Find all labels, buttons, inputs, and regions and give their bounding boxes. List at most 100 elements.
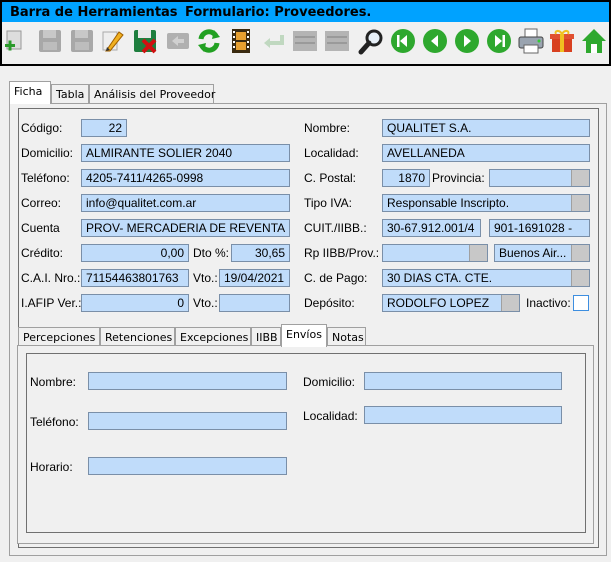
tipoiva-select[interactable]: Responsable Inscripto.	[382, 194, 590, 212]
rp-prov-select[interactable]: Buenos Air...	[494, 244, 590, 262]
toolbar-title-bar: Barra de Herramientas Formulario: Provee…	[2, 2, 609, 22]
print-icon	[518, 28, 543, 54]
inactivo-checkbox[interactable]	[573, 295, 589, 311]
save-as-button[interactable]	[67, 26, 96, 56]
domicilio-field[interactable]: ALMIRANTE SOLIER 2040	[81, 144, 290, 162]
rp-prov-value: Buenos Air...	[499, 246, 567, 260]
envios-horario-field[interactable]	[88, 457, 287, 475]
chevron-down-icon[interactable]	[571, 170, 589, 186]
save-disabled-icon	[38, 30, 61, 52]
edit-button[interactable]	[97, 26, 126, 56]
deposito-select[interactable]: RODOLFO LOPEZ	[382, 294, 520, 312]
disabled-button-1[interactable]	[290, 26, 319, 56]
last-record-icon	[486, 29, 511, 53]
cancel-save-icon	[133, 30, 156, 54]
codigo-label: Código:	[21, 121, 63, 135]
tipoiva-value: Responsable Inscripto.	[387, 196, 510, 210]
vto2-label: Vto.:	[193, 296, 218, 310]
afip-label: I.AFIP Ver.:	[21, 296, 82, 310]
search-button[interactable]	[357, 26, 386, 56]
dto-field[interactable]: 30,65	[231, 244, 290, 262]
nombre-label: Nombre:	[304, 121, 351, 135]
film-button[interactable]	[226, 26, 255, 56]
credito-field[interactable]: 0,00	[81, 244, 189, 262]
refresh-icon	[197, 29, 220, 53]
chevron-down-icon[interactable]	[571, 245, 589, 261]
add-button[interactable]	[2, 26, 31, 56]
domicilio-label: Domicilio:	[21, 146, 74, 160]
previous-record-button[interactable]	[420, 26, 449, 56]
tab-ficha[interactable]: Ficha	[9, 81, 51, 104]
telefono-label: Teléfono:	[21, 171, 70, 185]
envios-horario-label: Horario:	[30, 460, 73, 474]
tab-notas[interactable]: Notas	[327, 327, 366, 347]
cpago-value: 30 DIAS CTA. CTE.	[387, 271, 493, 285]
chevron-down-icon[interactable]	[571, 270, 589, 286]
add-icon	[4, 30, 21, 51]
localidad-field[interactable]: AVELLANEDA	[382, 144, 590, 162]
cuenta-field[interactable]: PROV- MERCADERIA DE REVENTA	[81, 219, 290, 237]
tab-percepciones[interactable]: Percepciones	[18, 327, 100, 347]
tab-analisis-proveedor[interactable]: Análisis del Proveedor	[89, 84, 215, 104]
tab-retenciones[interactable]: Retenciones	[100, 327, 175, 347]
tab-iibb[interactable]: IIBB	[251, 327, 281, 347]
return-icon	[263, 35, 284, 48]
iibb-field[interactable]: 901-1691028 -	[489, 219, 590, 237]
next-record-icon	[454, 29, 479, 53]
home-button[interactable]	[579, 26, 608, 56]
afip-field[interactable]: 0	[81, 294, 189, 312]
cuit-label: CUIT./IIBB.:	[304, 221, 367, 235]
undo-disabled-icon	[166, 33, 189, 49]
disabled-button-2[interactable]	[322, 26, 351, 56]
envios-nombre-field[interactable]	[88, 372, 287, 390]
rp-iibb-label: Rp IIBB/Prov.:	[304, 246, 380, 260]
vto2-field[interactable]	[219, 294, 290, 312]
previous-record-icon	[422, 29, 447, 53]
print-button[interactable]	[516, 26, 545, 56]
toolbar: Barra de Herramientas Formulario: Provee…	[0, 0, 611, 66]
gift-icon	[549, 30, 574, 52]
envios-telefono-field[interactable]	[88, 412, 287, 430]
last-record-button[interactable]	[484, 26, 513, 56]
cpostal-label: C. Postal:	[304, 171, 357, 185]
undo-button[interactable]	[163, 26, 192, 56]
save-button[interactable]	[35, 26, 64, 56]
envios-domicilio-label: Domicilio:	[303, 375, 356, 389]
search-icon	[358, 29, 382, 55]
provincia-label: Provincia:	[432, 171, 485, 185]
provincia-select[interactable]	[489, 169, 590, 187]
envios-nombre-label: Nombre:	[30, 375, 77, 389]
correo-field[interactable]: info@qualitet.com.ar	[81, 194, 290, 212]
first-record-icon	[390, 29, 415, 53]
chevron-down-icon[interactable]	[469, 245, 487, 261]
codigo-field[interactable]: 22	[81, 119, 127, 137]
vto-field[interactable]: 19/04/2021	[219, 269, 290, 287]
next-record-button[interactable]	[452, 26, 481, 56]
nombre-field[interactable]: QUALITET S.A.	[382, 119, 590, 137]
film-icon	[231, 29, 250, 53]
form-title: Formulario: Proveedores.	[185, 5, 372, 20]
tab-excepciones[interactable]: Excepciones	[175, 327, 251, 347]
cancel-save-button[interactable]	[130, 26, 159, 56]
chevron-down-icon[interactable]	[571, 195, 589, 211]
tab-envios[interactable]: Envíos	[281, 324, 327, 347]
first-record-button[interactable]	[388, 26, 417, 56]
envios-domicilio-field[interactable]	[364, 372, 562, 390]
deposito-value: RODOLFO LOPEZ	[387, 296, 490, 310]
cai-field[interactable]: 71154463801763	[81, 269, 189, 287]
tab-tabla[interactable]: Tabla	[51, 84, 89, 104]
cuit-field[interactable]: 30-67.912.001/4	[382, 219, 481, 237]
cpostal-field[interactable]: 1870	[382, 169, 430, 187]
refresh-button[interactable]	[194, 26, 223, 56]
rp-iibb-select[interactable]	[382, 244, 488, 262]
dto-label: Dto %:	[193, 246, 230, 260]
cpago-select[interactable]: 30 DIAS CTA. CTE.	[382, 269, 590, 287]
return-button[interactable]	[259, 26, 288, 56]
cai-label: C.A.I. Nro.:	[21, 271, 81, 285]
gift-button[interactable]	[547, 26, 576, 56]
telefono-field[interactable]: 4205-7411/4265-0998	[81, 169, 290, 187]
chevron-down-icon[interactable]	[501, 295, 519, 311]
correo-label: Correo:	[21, 196, 62, 210]
envios-localidad-field[interactable]	[364, 406, 562, 424]
deposito-label: Depósito:	[304, 296, 355, 310]
